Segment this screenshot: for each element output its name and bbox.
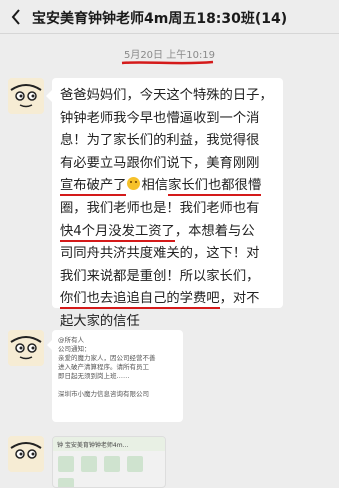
thumbnail-tile bbox=[58, 478, 74, 487]
message-segment: 圈，我们老师也是！我们老师也有 bbox=[60, 200, 260, 216]
message-segment: 有必要立马跟你们说下，美育刚刚 bbox=[60, 155, 260, 171]
thumbnail-tile bbox=[127, 456, 144, 472]
message-bubble[interactable]: 爸爸妈妈们，今天这个特殊的日子， 钟钟老师我今早也懵逼收到一个消 息！为了家长们的利… bbox=[46, 78, 283, 329]
chat-header: 宝安美育钟钟老师4m周五18:30班(14) bbox=[0, 0, 339, 34]
underlined-text: 你们也去追追自己的学费吧 bbox=[60, 291, 220, 310]
emoji-icon bbox=[127, 177, 141, 191]
message-segment: 爸爸妈妈们，今天这个特殊的日子， bbox=[60, 88, 273, 103]
message-line: 我们来说都是重创！所以家长们， bbox=[60, 266, 275, 289]
message-line: 快4个月没发工资了，本想着与公 bbox=[60, 221, 275, 244]
notice-line: 公司通知： bbox=[58, 345, 91, 353]
sender-avatar[interactable] bbox=[8, 330, 44, 366]
message-text: 爸爸妈妈们，今天这个特殊的日子， 钟钟老师我今早也懵逼收到一个消 息！为了家长们的利… bbox=[60, 85, 275, 334]
message-line: 息！为了家长们的利益，我觉得很 bbox=[60, 130, 275, 153]
back-icon[interactable] bbox=[6, 7, 26, 27]
underlined-text: 宣布破产了 bbox=[60, 178, 127, 197]
card-body bbox=[53, 451, 165, 487]
message-segment: ，本想着与公 bbox=[174, 223, 255, 239]
notice-line: 即日起无须到岗上班…… bbox=[58, 372, 130, 380]
notice-line: 进入破产清算程序。请所有员工 bbox=[58, 363, 149, 371]
message-line: 爸爸妈妈们，今天这个特殊的日子， bbox=[60, 85, 275, 108]
message-line: 圈，我们老师也是！我们老师也有 bbox=[60, 198, 275, 221]
underlined-text: 家长们也都很懵 bbox=[168, 178, 262, 197]
message-segment: 息！为了家长们的利益，我觉得很 bbox=[60, 133, 260, 149]
message-segment: 起大家的信任 bbox=[60, 313, 140, 329]
thumbnail-tile bbox=[81, 456, 98, 472]
notice-line: 深圳市小魔力信息咨询有限公司 bbox=[58, 390, 149, 398]
message-line: 钟钟老师我今早也懵逼收到一个消 bbox=[60, 108, 275, 131]
notice-line bbox=[58, 381, 177, 390]
chat-title: 宝安美育钟钟老师4m周五18:30班(14) bbox=[32, 11, 288, 27]
message-timestamp: 5月20日 上午10:19 bbox=[123, 50, 216, 61]
message-segment: 相信 bbox=[141, 178, 169, 194]
card-header: 钟 宝安美育钟钟老师4m... bbox=[53, 437, 165, 451]
thumbnail-tile bbox=[104, 456, 121, 472]
message-segment: 钟钟老师我今早也懵逼收到一个消 bbox=[60, 110, 260, 126]
message-line: 宣布破产了 相信家长们也都很懵 bbox=[60, 175, 275, 198]
message-line: 你们也去追追自己的学费吧，对不 bbox=[60, 288, 275, 311]
message-line: 有必要立马跟你们说下，美育刚刚 bbox=[60, 153, 275, 176]
message-segment: 我们来说都是重创！所以家长们， bbox=[60, 268, 260, 284]
message-segment: ，对不 bbox=[219, 291, 260, 307]
notice-line: @所有人 bbox=[58, 336, 84, 344]
notice-image[interactable]: @所有人 公司通知： 亲爱的魔力家人，因公司经营不善 进入破产清算程序。请所有员… bbox=[47, 330, 183, 422]
screenshot-image[interactable]: 钟 宝安美育钟钟老师4m... bbox=[52, 436, 166, 488]
underlined-text: 快4个月没发工资了 bbox=[60, 223, 175, 242]
sender-avatar[interactable] bbox=[8, 78, 44, 114]
timestamp-red-underline bbox=[121, 60, 214, 65]
thumbnail-tile bbox=[58, 456, 74, 472]
notice-line: 亲爱的魔力家人，因公司经营不善 bbox=[58, 354, 156, 362]
sender-avatar[interactable] bbox=[8, 436, 44, 472]
message-segment: 司同舟共济共度难关的，这下！对 bbox=[60, 246, 260, 262]
message-line: 司同舟共济共度难关的，这下！对 bbox=[60, 243, 275, 266]
